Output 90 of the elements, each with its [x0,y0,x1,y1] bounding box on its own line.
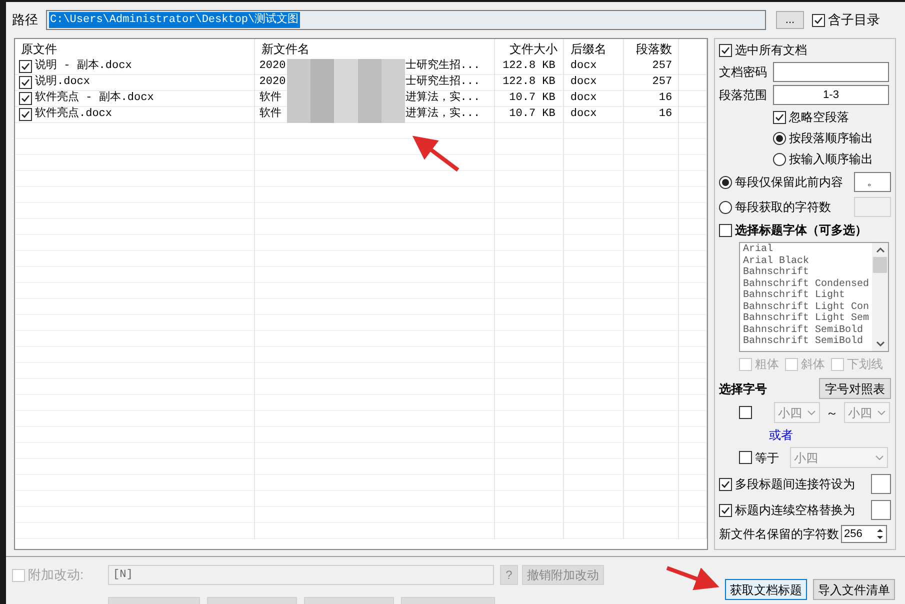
text-field[interactable] [871,474,891,494]
field-label: 新文件名保留的字符数 [719,526,839,543]
text-field[interactable]: 1-3 [773,85,889,105]
checkbox-label[interactable]: 标题内连续空格替换为 [735,501,855,519]
radio-button[interactable] [773,132,786,144]
font-list[interactable]: Arial Arial Black Bahnschrift Bahnschrift Condensed Bahnschrift Light Bahnschrift Light Con Bahnschrift Light Sem Bahnschrift SemiBold Bahnschrift SemiBold [739,242,889,352]
list-item[interactable]: Bahnschrift [743,267,872,278]
table-cell-text: 16 [658,107,672,122]
scrollbar[interactable] [872,243,888,351]
annotation-arrow [412,136,460,172]
radio-button[interactable] [719,176,732,188]
radio-label[interactable]: 每段获取的字符数 [735,198,852,216]
checkbox-label[interactable]: 选中所有文档 [735,41,807,59]
field-label: 文档密码 [719,64,768,81]
list-item[interactable]: Bahnschrift SemiBold [743,324,872,336]
table-cell-text: 士研究生招... [405,58,480,74]
path-value: C:\Users\Administrator\Desktop\测试文图 [49,12,300,28]
chevron-down-icon [807,410,816,416]
list-item[interactable]: Bahnschrift Light Sem [743,313,872,324]
text-field[interactable] [773,62,889,82]
radio-label[interactable]: 按段落顺序输出 [789,129,873,147]
column-header[interactable]: 段落数 [624,39,680,59]
list-item[interactable]: Bahnschrift Condensed [743,278,872,290]
list-item[interactable]: Arial [743,244,872,256]
list-item[interactable]: Bahnschrift Light Con [743,302,872,313]
checkbox[interactable] [19,76,32,89]
checkbox[interactable] [719,44,732,56]
checkbox-label[interactable]: 含子目录 [828,10,880,30]
radio-button[interactable] [719,200,732,214]
table-cell-text: 软件 [259,90,282,106]
file-name[interactable]: 软件亮点.docx [35,106,112,123]
table-cell-text: docx [570,107,597,122]
field-label: 段落范围 [719,87,768,104]
text-field[interactable] [871,500,891,520]
radio-label[interactable]: 每段仅保留此前内容 [735,173,852,191]
list-item[interactable]: Bahnschrift SemiBold [743,336,872,348]
table-cell-text: 122.8 KB [502,59,556,74]
annotation-arrow [666,566,720,590]
checkbox[interactable] [19,92,32,105]
checkbox-label[interactable]: 多段标题间连接符设为 [735,475,855,493]
table-cell-text: docx [570,75,597,90]
table-cell-text: 士研究生招... [405,74,480,90]
table-cell-text: 122.8 KB [502,75,556,90]
table-cell-text: 软件 [259,106,282,122]
file-name[interactable]: 说明 - 副本.docx [35,58,132,75]
checkbox[interactable] [719,478,732,490]
checkbox-label[interactable]: 忽略空段落 [789,108,849,126]
action-button[interactable]: 获取文档标题 [725,579,807,600]
column-header[interactable]: 文件大小 [494,39,564,59]
checkbox[interactable] [19,108,32,121]
radio-button[interactable] [773,152,786,166]
checkbox[interactable] [719,504,732,516]
size-table-button[interactable]: 字号对照表 [819,378,891,399]
checkbox[interactable] [812,14,825,26]
table-cell-text: docx [570,59,597,74]
table-cell-text: 10.7 KB [509,107,556,122]
list-item[interactable]: Bahnschrift Light [743,290,872,302]
or-label: 或者 [768,427,793,444]
chevron-down-icon [875,454,884,460]
scroll-up-icon[interactable] [876,247,884,253]
text-field[interactable]: 。 [854,172,891,192]
list-item[interactable]: Arial Black [743,256,872,267]
file-name[interactable]: 说明.docx [35,74,90,91]
table-cell-text: 2020 [259,59,287,74]
section-label: 选择字号 [719,380,767,398]
path-field[interactable]: C:\Users\Administrator\Desktop\测试文图 [46,10,766,30]
scroll-thumb[interactable] [873,257,887,273]
table-cell-text: 257 [652,75,672,90]
radio-label[interactable]: 按输入顺序输出 [789,150,873,168]
table-cell-text: 257 [652,59,672,74]
checkbox-label[interactable]: 选择标题字体（可多选） [735,221,867,239]
table-cell-text: 16 [658,91,672,106]
browse-button[interactable]: ... [776,11,804,29]
column-header[interactable]: 后缀名 [564,39,624,59]
table-cell-text: 进算法，实... [405,106,480,122]
checkbox[interactable] [773,110,786,124]
table-cell-text: 进算法，实... [405,90,480,106]
chevron-down-icon [877,410,886,416]
checkbox[interactable] [719,224,732,236]
table-cell-text: 2020 [259,75,287,90]
table-cell-text: docx [570,91,597,106]
path-label: 路径 [12,11,38,30]
scroll-down-icon[interactable] [876,341,884,347]
file-name[interactable]: 软件亮点 - 副本.docx [35,90,154,107]
number-field[interactable]: 256 [841,525,887,543]
column-header[interactable]: 原文件 [15,39,256,59]
checkbox[interactable] [19,60,32,73]
range-separator: ～ [825,404,839,422]
action-button[interactable]: 导入文件清单 [813,579,895,600]
table-cell-text: 10.7 KB [509,91,556,106]
